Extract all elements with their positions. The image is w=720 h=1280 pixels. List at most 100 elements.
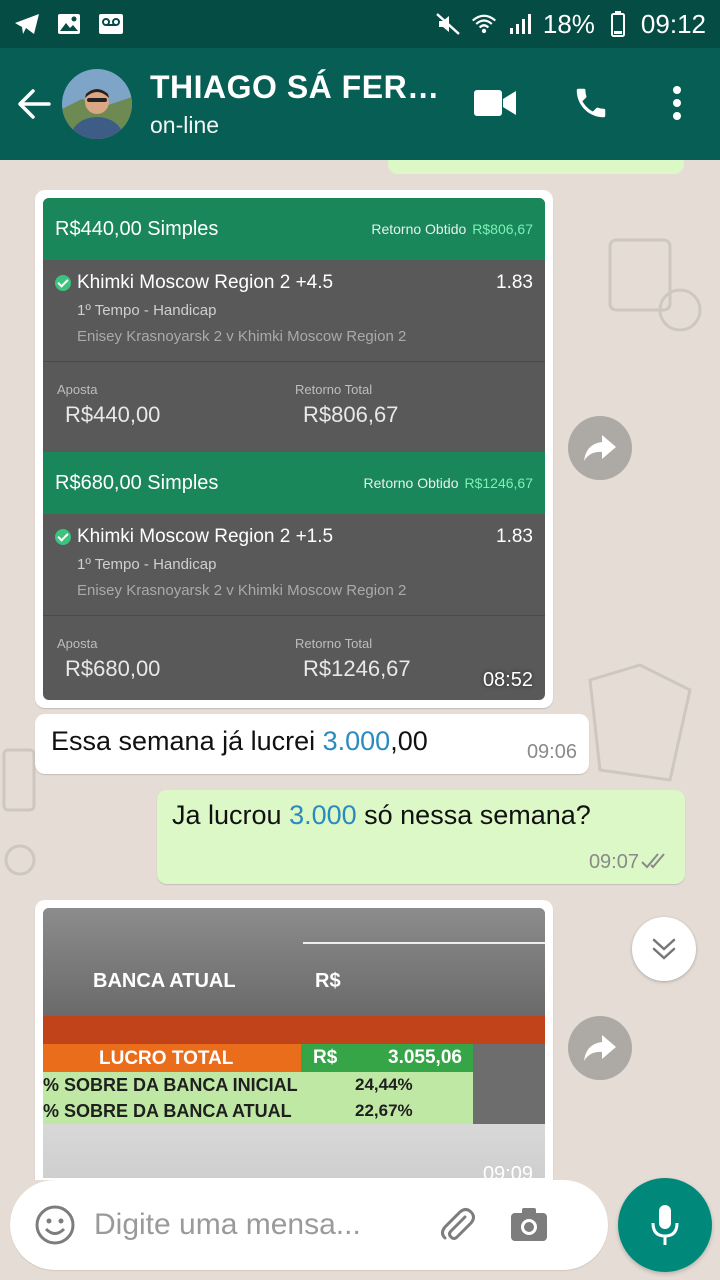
- back-button[interactable]: [6, 74, 62, 134]
- wallpaper-doodle: [588, 663, 692, 782]
- wallpaper-doodle: [608, 238, 702, 332]
- wifi-icon: [471, 13, 497, 35]
- phone-number-link[interactable]: 3.000: [289, 800, 357, 830]
- bet-stake-value: R$680,00: [65, 656, 161, 681]
- bet-footer: Aposta R$440,00 Retorno Total R$806,67: [43, 362, 545, 452]
- message-time: 09:07: [588, 851, 639, 873]
- forward-icon: [584, 1035, 616, 1061]
- pct-initial-value: 24,44%: [355, 1075, 413, 1094]
- mic-icon: [651, 1205, 679, 1245]
- bet-return-value: R$806,67: [472, 221, 533, 237]
- scroll-to-bottom-button[interactable]: [632, 917, 696, 981]
- check-circle-icon: [55, 275, 71, 291]
- bet-return-label: Retorno Obtido: [363, 475, 459, 491]
- message-text-part: só nessa semana?: [356, 800, 591, 830]
- attach-icon: [441, 1208, 475, 1240]
- bet-return-value: R$1246,67: [464, 475, 533, 491]
- outgoing-message[interactable]: Ja lucrou 3.000 só nessa semana? 09:07: [157, 790, 685, 884]
- message-text: Ja lucrou 3.000 só nessa semana?: [172, 800, 591, 831]
- banca-label: BANCA ATUAL: [93, 970, 236, 992]
- double-check-icon: [641, 853, 665, 869]
- bet-odds: 1.83: [496, 526, 533, 547]
- bet-event: Enisey Krasnoyarsk 2 v Khimki Moscow Reg…: [77, 582, 407, 599]
- message-time: 09:09: [482, 1163, 533, 1178]
- forward-button[interactable]: [568, 416, 632, 480]
- bet-header: R$680,00 Simples Retorno Obtido R$1246,6…: [43, 452, 545, 514]
- more-vert-icon: [673, 86, 681, 120]
- pct-initial-label: % SOBRE DA BANCA INICIAL: [43, 1075, 298, 1095]
- message-composer: [10, 1180, 608, 1270]
- telegram-icon: [14, 13, 40, 35]
- voice-call-button[interactable]: [566, 78, 616, 128]
- message-text-part: ,00: [390, 726, 428, 756]
- wallpaper-doodle: [2, 748, 36, 876]
- bet-stake-label: Aposta: [57, 636, 98, 651]
- message-text-part: Essa semana já lucrei: [51, 726, 323, 756]
- menu-button[interactable]: [652, 78, 702, 128]
- lucro-row: LUCRO TOTAL R$ 3.055,06: [43, 1044, 473, 1072]
- voice-record-button[interactable]: [618, 1178, 712, 1272]
- emoji-icon: [35, 1205, 75, 1245]
- bet-footer: Aposta R$680,00 Retorno Total R$1246,67: [43, 616, 545, 700]
- bet-market: 1º Tempo - Handicap: [77, 302, 217, 319]
- bet-total-value: R$806,67: [303, 402, 399, 427]
- message-input[interactable]: [94, 1208, 412, 1242]
- attach-button[interactable]: [432, 1200, 482, 1250]
- chevron-double-down-icon: [652, 938, 676, 960]
- contact-name: THIAGO SÁ FERR...: [150, 69, 450, 105]
- bet-total-label: Retorno Total: [295, 636, 373, 651]
- image-message-bet-slip[interactable]: R$440,00 Simples Retorno Obtido R$806,67…: [35, 190, 553, 708]
- bet-selection-name: Khimki Moscow Region 2 +4.5: [77, 272, 334, 293]
- bet-header: R$440,00 Simples Retorno Obtido R$806,67: [43, 198, 545, 260]
- sheet-background: [43, 908, 545, 1016]
- check-circle-icon: [55, 529, 71, 545]
- pct-current-value: 22,67%: [355, 1101, 413, 1120]
- bet-market: 1º Tempo - Handicap: [77, 556, 217, 573]
- image-message-spreadsheet[interactable]: BANCA ATUAL R$ LUCRO TOTAL R$ 3.055,06 %…: [35, 900, 553, 1180]
- video-call-icon: [474, 90, 516, 116]
- battery-icon: [605, 11, 631, 37]
- sheet-lower-area: [43, 1124, 545, 1178]
- bet-total-label: Retorno Total: [295, 382, 373, 397]
- sheet-band: [43, 1016, 545, 1044]
- video-call-button[interactable]: [470, 78, 520, 128]
- forward-button[interactable]: [568, 1016, 632, 1080]
- bet-stake-value: R$440,00: [65, 402, 161, 427]
- bet-selection: Khimki Moscow Region 2 +4.5 1.83 1º Temp…: [43, 260, 545, 362]
- camera-button[interactable]: [504, 1200, 554, 1250]
- spreadsheet-photo[interactable]: BANCA ATUAL R$ LUCRO TOTAL R$ 3.055,06 %…: [43, 908, 545, 1178]
- lucro-currency: R$: [313, 1047, 338, 1068]
- camera-icon: [511, 1208, 547, 1241]
- emoji-button[interactable]: [30, 1200, 80, 1250]
- sheet-divider: [303, 942, 545, 944]
- status-bar: 18% 09:12: [0, 0, 720, 48]
- pct-current-row: % SOBRE DA BANCA ATUAL 22,67%: [43, 1098, 473, 1124]
- forward-icon: [584, 435, 616, 461]
- voicemail-icon: [98, 13, 124, 35]
- incoming-message[interactable]: Essa semana já lucrei 3.000,00 09:06: [35, 714, 589, 774]
- image-icon: [56, 13, 82, 35]
- bet-odds: 1.83: [496, 272, 533, 293]
- phone-number-link[interactable]: 3.000: [323, 726, 391, 756]
- message-time: 09:06: [526, 741, 577, 763]
- previous-message-bubble[interactable]: [388, 160, 684, 174]
- bet-slip-image[interactable]: R$440,00 Simples Retorno Obtido R$806,67…: [43, 198, 545, 700]
- bet-total-value: R$1246,67: [303, 656, 411, 681]
- clock: 09:12: [640, 8, 706, 39]
- signal-icon: [507, 13, 533, 35]
- phone-icon: [576, 88, 606, 118]
- chat-area[interactable]: R$440,00 Simples Retorno Obtido R$806,67…: [0, 160, 720, 1180]
- bet-selection: Khimki Moscow Region 2 +1.5 1.83 1º Temp…: [43, 514, 545, 616]
- bet-stake-title: R$440,00 Simples: [55, 217, 219, 240]
- bet-event: Enisey Krasnoyarsk 2 v Khimki Moscow Reg…: [77, 328, 407, 345]
- bet-selection-name: Khimki Moscow Region 2 +1.5: [77, 526, 334, 547]
- message-time: 08:52: [482, 669, 533, 691]
- lucro-label: LUCRO TOTAL: [99, 1048, 234, 1069]
- pct-initial-row: % SOBRE DA BANCA INICIAL 24,44%: [43, 1072, 473, 1098]
- contact-info[interactable]: THIAGO SÁ FERR... on-line: [150, 69, 450, 139]
- contact-status: on-line: [150, 112, 220, 138]
- message-text: Essa semana já lucrei 3.000,00: [51, 726, 428, 757]
- bet-stake-label: Aposta: [57, 382, 98, 397]
- mute-icon: [435, 13, 461, 35]
- avatar[interactable]: [62, 69, 132, 139]
